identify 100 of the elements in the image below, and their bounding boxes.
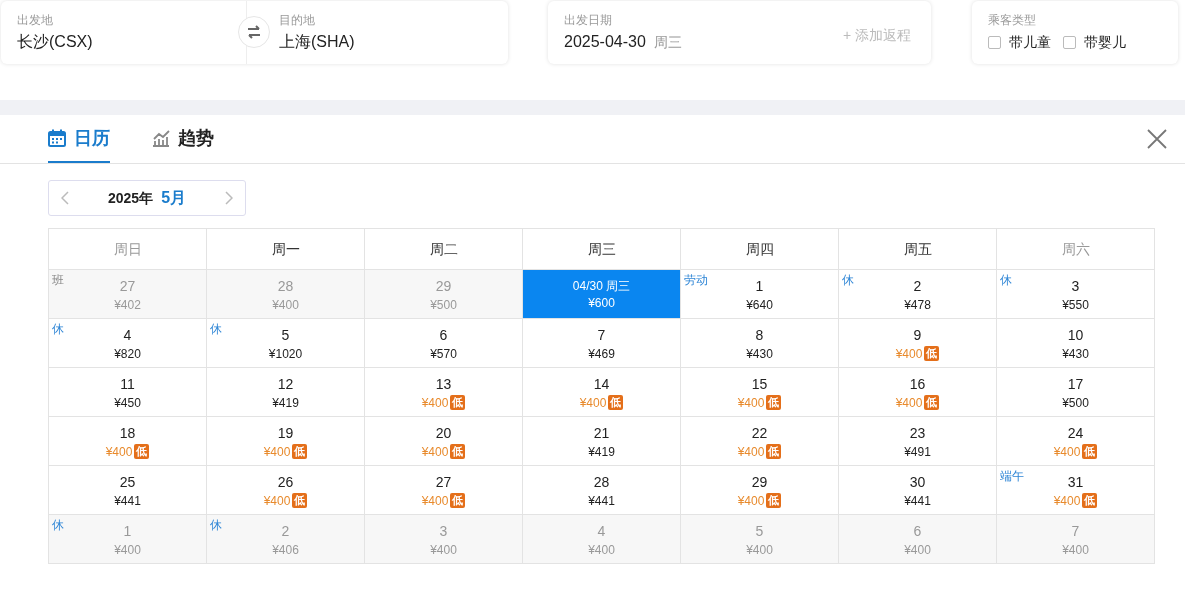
price-text: ¥400: [272, 296, 299, 313]
day-number: 27: [435, 472, 452, 492]
date-cell[interactable]: 9 ¥400 低: [839, 319, 997, 368]
day-number: 9: [913, 325, 922, 345]
date-cell[interactable]: 端午 31 ¥400 低: [997, 466, 1155, 515]
date-cell[interactable]: 19 ¥400 低: [207, 417, 365, 466]
date-cell[interactable]: 休 5 ¥1020: [207, 319, 365, 368]
previous-month-button[interactable]: [61, 191, 69, 205]
price-text: ¥450: [114, 394, 141, 411]
date-cell[interactable]: 6 ¥570: [365, 319, 523, 368]
low-price-badge: 低: [608, 395, 624, 410]
date-cell[interactable]: 20 ¥400 低: [365, 417, 523, 466]
holiday-tag: 端午: [1000, 468, 1024, 484]
day-number: 29: [435, 276, 452, 296]
holiday-tag: 休: [1000, 272, 1012, 288]
date-cell[interactable]: 27 ¥400 低: [365, 466, 523, 515]
day-number: 5: [281, 325, 290, 345]
price-text: ¥500: [430, 296, 457, 313]
day-number: 17: [1067, 374, 1084, 394]
price-text: ¥402: [114, 296, 141, 313]
day-number: 28: [593, 472, 610, 492]
close-icon: [1147, 129, 1167, 149]
date-cell[interactable]: 休 4 ¥820: [49, 319, 207, 368]
low-price-badge: 低: [292, 444, 308, 459]
price-text: ¥478: [904, 296, 931, 313]
price-text: ¥400: [895, 345, 923, 362]
year-text: 2025年: [107, 189, 154, 208]
date-cell[interactable]: 16 ¥400 低: [839, 368, 997, 417]
low-price-badge: 低: [450, 395, 466, 410]
date-cell[interactable]: 18 ¥400 低: [49, 417, 207, 466]
checkbox-label[interactable]: 带儿童: [1009, 32, 1051, 52]
field-label: 乘客类型: [988, 12, 1037, 28]
date-cell[interactable]: 休 2 ¥406: [207, 515, 365, 564]
date-cell[interactable]: 劳动 1 ¥640: [681, 270, 839, 319]
date-cell[interactable]: 12 ¥419: [207, 368, 365, 417]
date-field[interactable]: 2025-04-30: [564, 30, 646, 54]
price-text: ¥1020: [268, 345, 303, 362]
low-price-badge: 低: [924, 346, 940, 361]
date-cell[interactable]: 26 ¥400 低: [207, 466, 365, 515]
day-number: 19: [277, 423, 294, 443]
date-cell[interactable]: 7 ¥469: [523, 319, 681, 368]
price-text: ¥400: [105, 443, 133, 460]
date-cell[interactable]: 17 ¥500: [997, 368, 1155, 417]
price-text: ¥400: [746, 541, 773, 558]
price-text: ¥400: [737, 394, 765, 411]
day-number: 23: [909, 423, 926, 443]
date-cell[interactable]: 25 ¥441: [49, 466, 207, 515]
checkbox-label[interactable]: 带婴儿: [1084, 32, 1126, 52]
date-cell[interactable]: 23 ¥491: [839, 417, 997, 466]
price-text: ¥400: [263, 443, 291, 460]
price-text: ¥400: [1062, 541, 1089, 558]
date-cell[interactable]: 04/30 周三 ¥600: [523, 270, 681, 319]
date-cell[interactable]: 班 27 ¥402: [49, 270, 207, 319]
day-number: 13: [435, 374, 452, 394]
swap-button[interactable]: [238, 16, 270, 48]
checkbox[interactable]: [1063, 35, 1076, 49]
price-text: ¥419: [272, 394, 299, 411]
holiday-tag: 休: [52, 517, 64, 533]
date-cell[interactable]: 8 ¥430: [681, 319, 839, 368]
date-cell[interactable]: 14 ¥400 低: [523, 368, 681, 417]
price-text: ¥406: [272, 541, 299, 558]
date-cell[interactable]: 15 ¥400 低: [681, 368, 839, 417]
holiday-tag: 休: [210, 321, 222, 337]
day-number: 4: [123, 325, 132, 345]
day-number: 1: [123, 521, 132, 541]
field-label: 出发日期: [564, 12, 613, 28]
date-cell[interactable]: 11 ¥450: [49, 368, 207, 417]
date-cell[interactable]: 22 ¥400 低: [681, 417, 839, 466]
tab[interactable]: 日历: [48, 115, 110, 163]
date-cell[interactable]: 28 ¥441: [523, 466, 681, 515]
chevron-left-icon: [61, 191, 69, 205]
day-number: 04/30 周三: [572, 277, 631, 294]
day-number: 22: [751, 423, 768, 443]
holiday-tag: 劳动: [684, 272, 708, 288]
date-cell[interactable]: 24 ¥400 低: [997, 417, 1155, 466]
chart-icon: [152, 129, 170, 147]
date-cell[interactable]: 休 3 ¥550: [997, 270, 1155, 319]
day-number: 3: [1071, 276, 1080, 296]
low-price-badge: 低: [450, 444, 466, 459]
destination-field[interactable]: 上海(SHA): [279, 30, 355, 54]
low-price-badge: 低: [1082, 493, 1098, 508]
date-cell[interactable]: 休 2 ¥478: [839, 270, 997, 319]
date-cell[interactable]: 30 ¥441: [839, 466, 997, 515]
origin-field[interactable]: 长沙(CSX): [17, 30, 93, 54]
next-month-button[interactable]: [225, 191, 233, 205]
price-text: ¥400: [579, 394, 607, 411]
date-cell[interactable]: 13 ¥400 低: [365, 368, 523, 417]
date-cell[interactable]: 休 1 ¥400: [49, 515, 207, 564]
date-cell[interactable]: 21 ¥419: [523, 417, 681, 466]
day-number: 1: [755, 276, 764, 296]
date-cell[interactable]: 10 ¥430: [997, 319, 1155, 368]
day-number: 3: [439, 521, 448, 541]
price-text: ¥419: [588, 443, 615, 460]
date-cell[interactable]: 29 ¥400 低: [681, 466, 839, 515]
day-number: 12: [277, 374, 294, 394]
price-text: ¥820: [114, 345, 141, 362]
price-text: ¥500: [1062, 394, 1089, 411]
day-number: 11: [120, 374, 135, 394]
checkbox[interactable]: [988, 35, 1001, 49]
tab[interactable]: 趋势: [152, 115, 214, 163]
